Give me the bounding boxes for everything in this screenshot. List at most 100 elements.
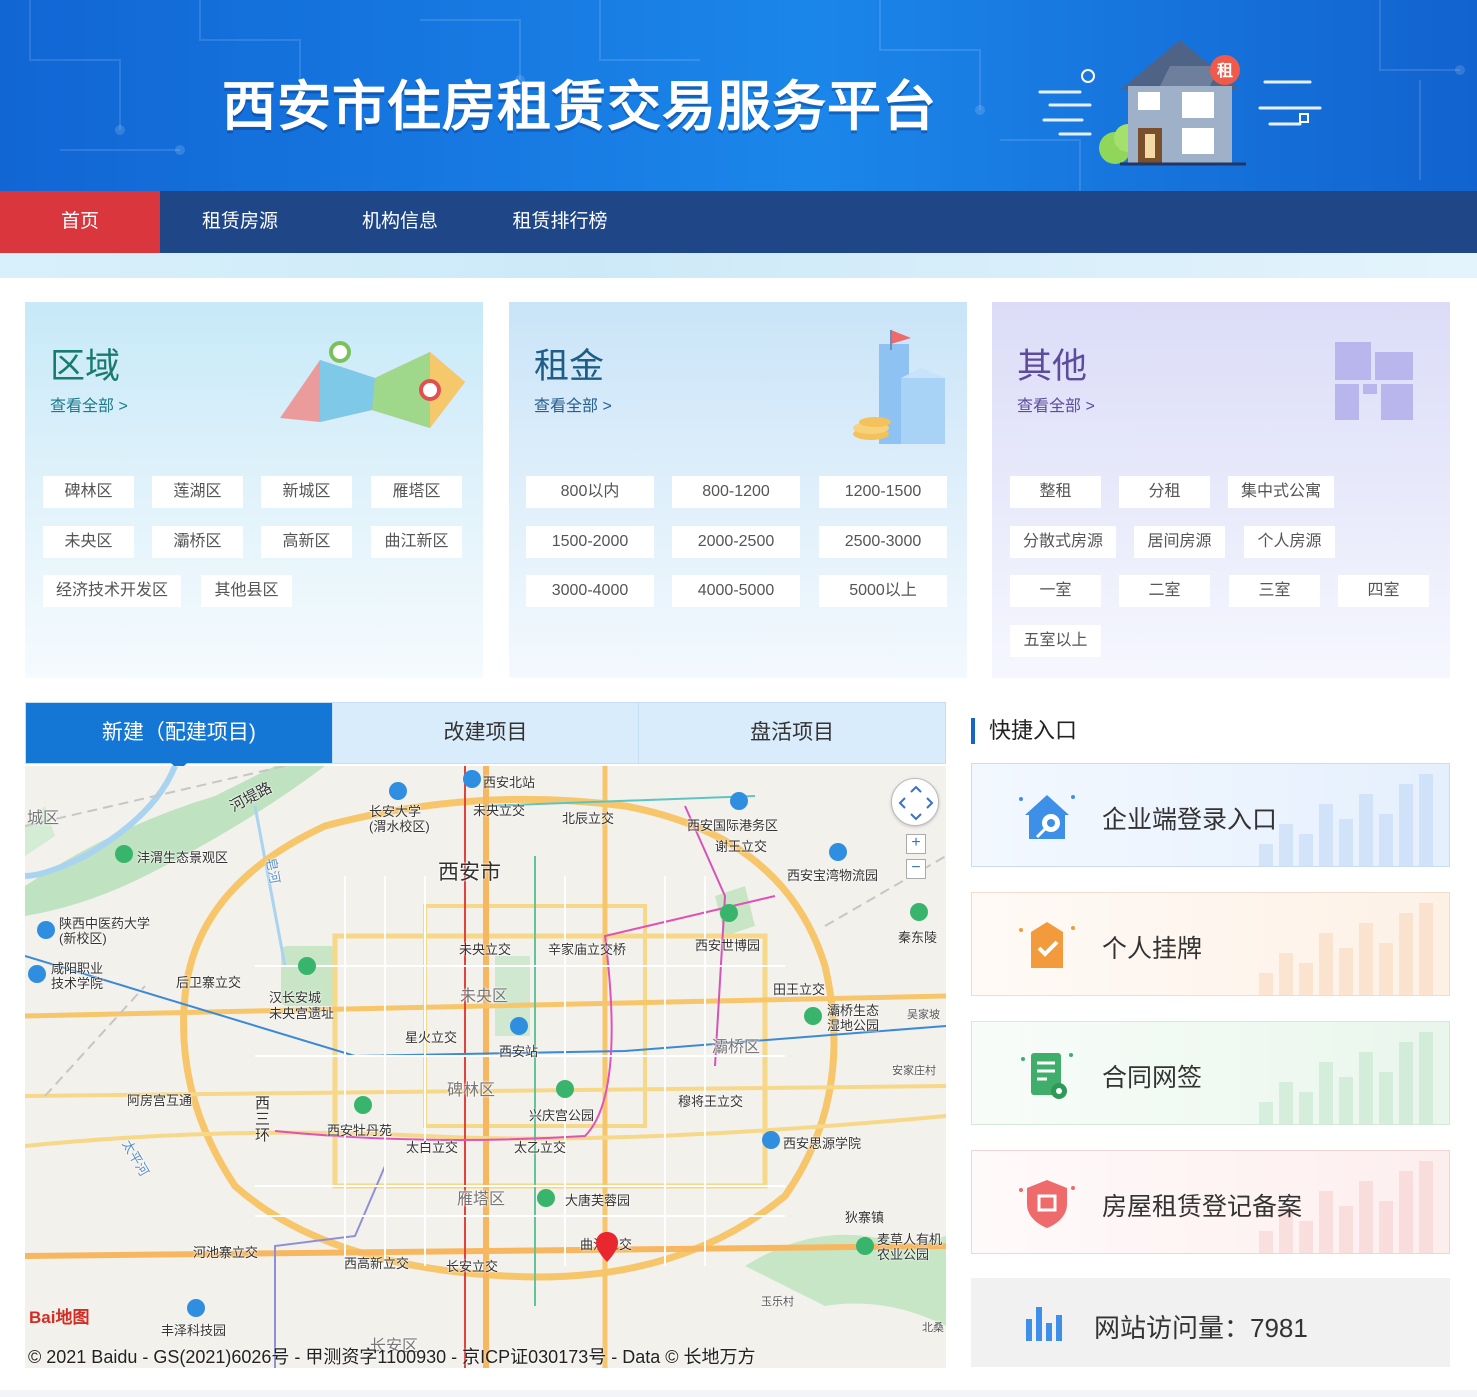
map-label-baowan: 西安宝湾物流园 [787,868,879,883]
tag-qujiang[interactable]: 曲江新区 [371,526,462,558]
map-label-hechizhai: 河池寨立交 [193,1245,259,1260]
tag-weiyang[interactable]: 未央区 [43,526,134,558]
tag-rent-under-800[interactable]: 800以内 [526,476,654,508]
enterprise-login-entry[interactable]: 企业端登录入口 [971,763,1450,867]
other-title: 其他 [1017,347,1088,386]
tag-lianhu[interactable]: 莲湖区 [152,476,243,508]
tag-centralized-apartment[interactable]: 集中式公寓 [1228,476,1334,508]
tag-baqiao[interactable]: 灞桥区 [152,526,243,558]
rent-badge: 租 [1217,61,1233,80]
zoom-in-button[interactable]: + [906,834,926,854]
baidu-map[interactable]: 西安市 未央区 碑林区 雁塔区 灞桥区 长安区 城区 河堤路 长安大学 (渭水校… [25,766,946,1368]
map-label-xiewang: 谢王立交 [715,839,768,854]
tag-yanta[interactable]: 雁塔区 [371,476,462,508]
map-label-houweizhai: 后卫寨立交 [176,975,242,990]
tag-gaoxin[interactable]: 高新区 [261,526,352,558]
tag-econ-dev-zone[interactable]: 经济技术开发区 [43,575,181,607]
map-label-weiyang-interchange-2: 未央立交 [459,942,512,957]
rental-registration-entry[interactable]: 房屋租赁登记备案 [971,1150,1450,1254]
tag-1-room[interactable]: 一室 [1010,575,1101,607]
tag-rent-800-1200[interactable]: 800-1200 [672,476,800,508]
rent-view-all-link[interactable]: 查看全部 > [534,392,612,416]
decorative-bars [1259,774,1433,866]
map-label-port: 西安国际港务区 [687,818,779,833]
map-label-siyuan: 西安思源学院 [783,1136,862,1151]
tag-rent-4000-5000[interactable]: 4000-5000 [672,575,800,607]
enterprise-login-label: 企业端登录入口 [1102,806,1278,834]
map-copyright: © 2021 Baidu - GS(2021)6026号 - 甲测资字11009… [28,1347,756,1367]
nav-agency-info[interactable]: 机构信息 [320,191,480,253]
map-label-yanta: 雁塔区 [457,1191,506,1208]
decorative-wave [0,253,1477,278]
map-label-fengze: 丰泽科技园 [161,1323,227,1338]
pan-arrows-icon [898,785,934,821]
map-label-han-changan: 汉长安城 未央宫遗址 [269,990,335,1021]
nav-rental-ranking[interactable]: 租赁排行榜 [480,191,640,253]
shield-record-icon [1019,1180,1075,1228]
tag-3-room[interactable]: 三室 [1229,575,1320,607]
map-label-taibai: 太白立交 [406,1140,459,1155]
tag-shared-rent[interactable]: 分租 [1119,476,1210,508]
rent-panel: 租金 查看全部 > 800以内 800-1200 1200-1500 1500-… [509,302,967,678]
tab-renovation[interactable]: 改建项目 [331,703,639,763]
visit-counter: 网站访问量：7981 [971,1278,1450,1367]
decorative-bars [1259,1032,1433,1124]
main-nav: 首页 租赁房源 机构信息 租赁排行榜 [0,191,1477,253]
decorative-bars [1259,903,1433,995]
tag-whole-rent[interactable]: 整租 [1010,476,1101,508]
tag-beilin[interactable]: 碑林区 [43,476,134,508]
tag-rent-1500-2000[interactable]: 1500-2000 [526,526,654,558]
map-label-xinghuo: 星火立交 [405,1030,458,1045]
tag-personal-listing[interactable]: 个人房源 [1244,526,1335,558]
house-key-icon [1019,795,1075,839]
map-label-weiyang: 未央区 [460,988,509,1005]
map-label-baqiao-wetland: 灞桥生态 湿地公园 [827,1003,880,1033]
tag-rent-2500-3000[interactable]: 2500-3000 [819,526,947,558]
map-label-epanggong: 阿房宫互通 [127,1093,193,1108]
region-view-all-link[interactable]: 查看全部 > [50,392,128,416]
personal-listing-entry[interactable]: 个人挂牌 [971,892,1450,996]
region-title: 区域 [50,347,121,386]
nav-rental-listings[interactable]: 租赁房源 [160,191,320,253]
tag-2-room[interactable]: 二室 [1119,575,1210,607]
map-label-mujiangwang: 穆将王立交 [678,1094,744,1109]
tag-5-plus-room[interactable]: 五室以上 [1010,625,1101,657]
baidu-map-logo[interactable]: Bai地图 [29,1303,89,1328]
tag-rent-2000-2500[interactable]: 2000-2500 [672,526,800,558]
tag-scattered-listing[interactable]: 分散式房源 [1010,526,1116,558]
nav-home[interactable]: 首页 [0,191,160,253]
house-illustration-icon: 租 [1038,40,1322,166]
zoom-out-button[interactable]: − [906,859,926,879]
map-label-fenghe: 沣渭生态景观区 [137,850,229,865]
map-label-qindongling: 秦东陵 [898,930,938,945]
tag-brokered-listing[interactable]: 居间房源 [1134,526,1225,558]
site-title: 西安市住房租赁交易服务平台 [222,77,937,137]
floorplan-icon [1335,342,1413,420]
site-header: 西安市住房租赁交易服务平台 租 [0,0,1477,191]
tag-rent-3000-4000[interactable]: 3000-4000 [526,575,654,607]
tag-4-room[interactable]: 四室 [1338,575,1429,607]
map-label-expo: 西安世博园 [695,938,761,953]
map-label-dizhai: 狄寨镇 [845,1210,885,1225]
tab-revitalize[interactable]: 盘活项目 [638,703,945,763]
tag-rent-1200-1500[interactable]: 1200-1500 [819,476,947,508]
map-label-datang: 大唐芙蓉园 [565,1193,631,1208]
location-pin-icon[interactable] [596,1232,618,1262]
map-label-wujiapo: 吴家坡 [907,1009,940,1021]
tag-xincheng[interactable]: 新城区 [261,476,352,508]
map-label-peony: 西安牡丹苑 [327,1123,393,1138]
contract-signing-entry[interactable]: 合同网签 [971,1021,1450,1125]
tab-new-build[interactable]: 新建（配建项目) [26,703,332,771]
map-label-tianwang: 田王立交 [773,982,826,997]
tag-rent-over-5000[interactable]: 5000以上 [819,575,947,607]
map-pan-control[interactable] [891,778,939,826]
map-label-xingqing: 兴庆宫公园 [529,1108,595,1123]
other-view-all-link[interactable]: 查看全部 > [1017,392,1095,416]
map-label-city: 西安市 [438,861,501,884]
tag-other-counties[interactable]: 其他县区 [201,575,292,607]
map-label-chengqu: 城区 [27,810,60,827]
map-label-xian-north: 西安北站 [483,775,536,790]
map-label-taiyi: 太乙立交 [514,1140,567,1155]
map-label-maicao: 麦草人有机 农业公园 [877,1232,943,1262]
contract-icon [1021,1053,1073,1099]
